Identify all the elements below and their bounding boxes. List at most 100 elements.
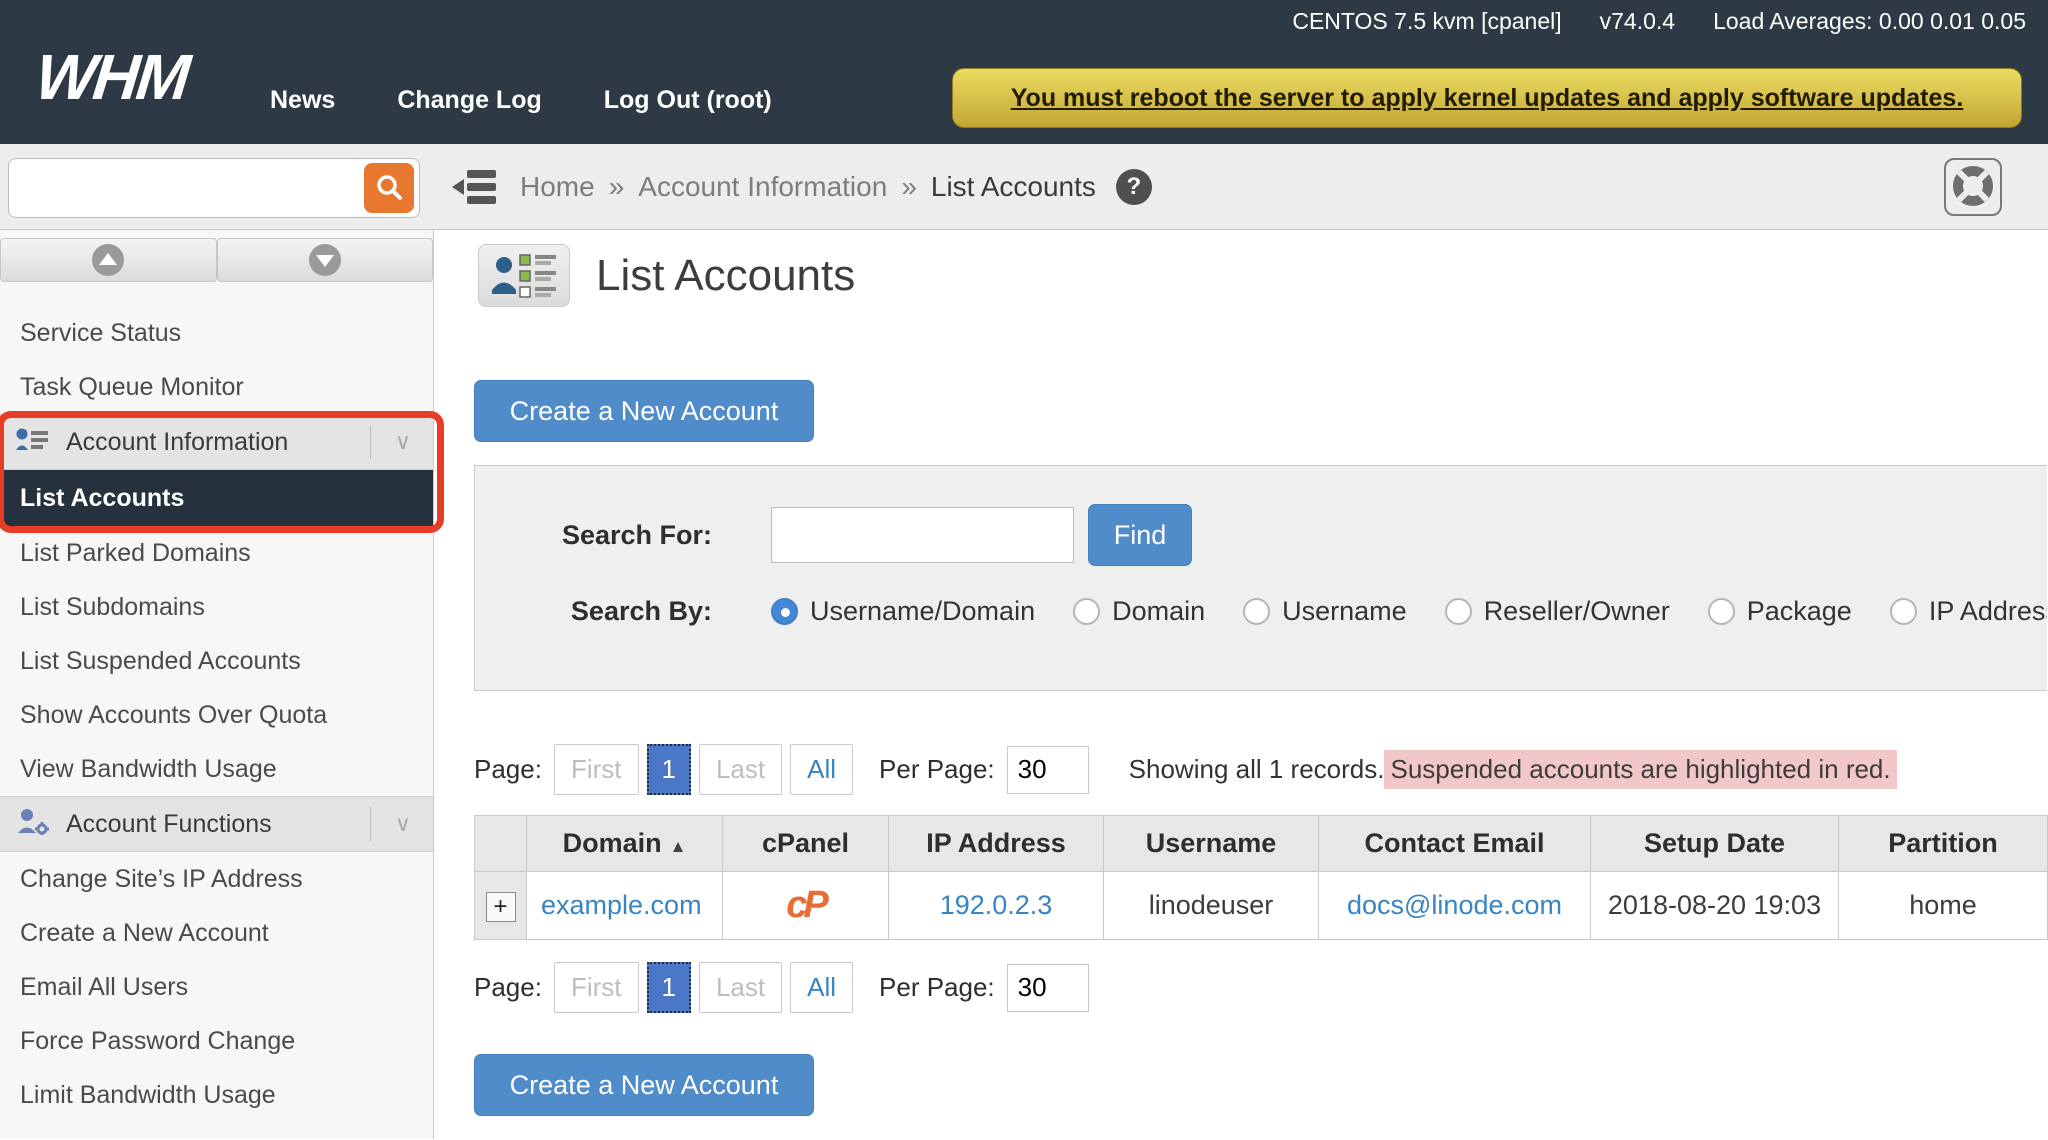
radio-ip-address[interactable]: IP Address [1890, 596, 2047, 627]
scroll-down-button[interactable] [217, 238, 434, 282]
arrow-down-icon [309, 244, 341, 276]
support-button[interactable] [1944, 158, 2002, 216]
cpanel-logo-icon[interactable]: cP [786, 884, 824, 926]
current-page-button[interactable]: 1 [647, 744, 691, 795]
scroll-up-button[interactable] [0, 238, 217, 282]
group-divider [370, 425, 371, 459]
reboot-warning-banner[interactable]: You must reboot the server to apply kern… [952, 68, 2022, 128]
ip-cell: 192.0.2.3 [889, 872, 1104, 940]
search-panel: Search For: Find Search By: Username/Dom… [474, 465, 2047, 691]
search-by-row: Search By: Username/Domain Domain Userna… [475, 596, 2047, 627]
last-page-button[interactable]: Last [699, 962, 782, 1013]
sidebar-group-account-information[interactable]: Account Information ∨ [0, 414, 433, 470]
find-button[interactable]: Find [1088, 504, 1192, 566]
breadcrumb-account-information[interactable]: Account Information [638, 171, 887, 203]
sidebar-item-email-all-users[interactable]: Email All Users [0, 960, 433, 1014]
account-information-icon [16, 426, 50, 459]
email-cell: docs@linode.com [1319, 872, 1591, 940]
search-by-options: Username/Domain Domain Username Reseller… [771, 596, 2047, 627]
column-header-contact-email[interactable]: Contact Email [1319, 816, 1591, 872]
search-icon [374, 172, 404, 205]
sidebar-item-service-status[interactable]: Service Status [0, 306, 433, 360]
radio-package[interactable]: Package [1708, 596, 1852, 627]
radio-icon[interactable] [1890, 598, 1917, 625]
column-header-partition[interactable]: Partition [1839, 816, 2048, 872]
sidebar-item-list-accounts[interactable]: List Accounts [0, 470, 433, 526]
main-content: List Accounts Create a New Account Searc… [434, 230, 2048, 1139]
contact-email-link[interactable]: docs@linode.com [1347, 890, 1562, 920]
collapse-sidebar-icon[interactable] [452, 168, 498, 211]
help-icon[interactable]: ? [1116, 169, 1152, 205]
sidebar-item-limit-bandwidth-usage[interactable]: Limit Bandwidth Usage [0, 1068, 433, 1122]
sidebar-search-input[interactable] [19, 163, 349, 213]
sidebar-item-list-suspended-accounts[interactable]: List Suspended Accounts [0, 634, 433, 688]
column-header-ip-address[interactable]: IP Address [889, 816, 1104, 872]
radio-icon[interactable] [1708, 598, 1735, 625]
search-for-label: Search For: [475, 520, 712, 551]
radio-icon[interactable] [1243, 598, 1270, 625]
all-pages-button[interactable]: All [790, 744, 853, 795]
arrow-up-icon [92, 244, 124, 276]
group-divider [370, 807, 371, 841]
sidebar-item-force-password-change[interactable]: Force Password Change [0, 1014, 433, 1068]
account-functions-icon [16, 807, 50, 842]
sidebar-search-button[interactable] [364, 163, 414, 213]
radio-domain[interactable]: Domain [1073, 596, 1205, 627]
per-page-input[interactable] [1007, 964, 1089, 1012]
radio-username[interactable]: Username [1243, 596, 1407, 627]
sidebar-item-create-a-new-account[interactable]: Create a New Account [0, 906, 433, 960]
column-header-username[interactable]: Username [1104, 816, 1319, 872]
column-header-domain[interactable]: Domain▲ [527, 816, 723, 872]
sidebar-item-view-bandwidth-usage[interactable]: View Bandwidth Usage [0, 742, 433, 796]
nav-log-out[interactable]: Log Out (root) [604, 86, 772, 115]
pagination-top: Page: First 1 Last All Per Page: Showing… [474, 744, 1897, 795]
whm-logo: WHM [32, 40, 191, 114]
create-new-account-button-bottom[interactable]: Create a New Account [474, 1054, 814, 1116]
os-version: CENTOS 7.5 kvm [cpanel] [1292, 8, 1561, 34]
nav-change-log[interactable]: Change Log [397, 86, 541, 115]
all-pages-button[interactable]: All [790, 962, 853, 1013]
breadcrumb-home[interactable]: Home [520, 171, 595, 203]
per-page-input[interactable] [1007, 746, 1089, 794]
sidebar-group-label: Account Information [66, 428, 354, 457]
expand-cell: + [475, 872, 527, 940]
radio-reseller-owner[interactable]: Reseller/Owner [1445, 596, 1670, 627]
table-header-row: Domain▲ cPanel IP Address Username Conta… [475, 816, 2048, 872]
first-page-button[interactable]: First [554, 962, 639, 1013]
sidebar-item-show-accounts-over-quota[interactable]: Show Accounts Over Quota [0, 688, 433, 742]
search-input[interactable] [771, 507, 1074, 563]
ip-address-link[interactable]: 192.0.2.3 [940, 890, 1053, 920]
radio-icon[interactable] [1073, 598, 1100, 625]
page-label: Page: [474, 754, 542, 785]
domain-cell: example.com [527, 872, 723, 940]
radio-selected-icon[interactable] [771, 598, 798, 625]
last-page-button[interactable]: Last [699, 744, 782, 795]
sidebar-item-list-subdomains[interactable]: List Subdomains [0, 580, 433, 634]
radio-icon[interactable] [1445, 598, 1472, 625]
domain-link[interactable]: example.com [541, 890, 702, 920]
current-page-button[interactable]: 1 [647, 962, 691, 1013]
per-page-label: Per Page: [879, 754, 995, 785]
username-cell: linodeuser [1104, 872, 1319, 940]
sidebar-group-account-functions[interactable]: Account Functions ∨ [0, 796, 433, 852]
list-accounts-icon [478, 244, 570, 307]
system-info: CENTOS 7.5 kvm [cpanel]v74.0.4Load Avera… [1254, 8, 2026, 35]
sidebar-item-list-parked-domains[interactable]: List Parked Domains [0, 526, 433, 580]
column-header-cpanel[interactable]: cPanel [723, 816, 889, 872]
column-header-setup-date[interactable]: Setup Date [1591, 816, 1839, 872]
breadcrumb: Home » Account Information » List Accoun… [520, 144, 1152, 230]
expand-row-button[interactable]: + [486, 892, 516, 922]
sidebar-scroll-controls [0, 238, 433, 282]
nav-news[interactable]: News [270, 86, 335, 115]
accounts-table: Domain▲ cPanel IP Address Username Conta… [474, 815, 2048, 940]
sidebar-item-change-sites-ip-address[interactable]: Change Site’s IP Address [0, 852, 433, 906]
sidebar-item-task-queue-monitor[interactable]: Task Queue Monitor [0, 360, 433, 414]
radio-username-domain[interactable]: Username/Domain [771, 596, 1035, 627]
chevron-down-icon[interactable]: ∨ [387, 811, 419, 837]
records-count-text: Showing all 1 records. [1129, 754, 1385, 785]
search-for-row: Search For: Find [475, 504, 1192, 566]
create-new-account-button-top[interactable]: Create a New Account [474, 380, 814, 442]
first-page-button[interactable]: First [554, 744, 639, 795]
page-header: List Accounts [478, 244, 855, 307]
chevron-down-icon[interactable]: ∨ [387, 429, 419, 455]
